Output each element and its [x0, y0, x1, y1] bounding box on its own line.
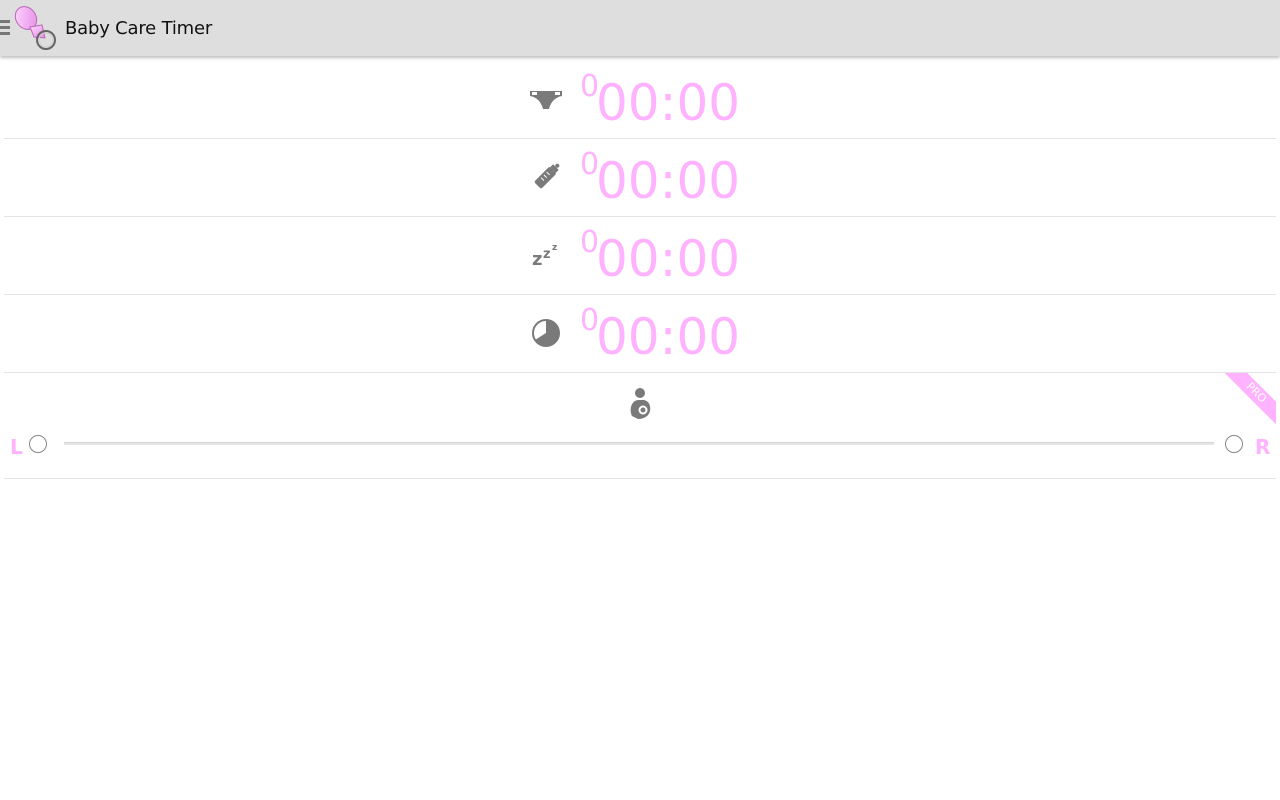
sleep-icon: z z z [526, 235, 566, 275]
action-bar: Baby Care Timer [0, 0, 1280, 56]
app-title: Baby Care Timer [65, 18, 213, 39]
clock-timer-value: 00:00 [596, 308, 741, 366]
right-side-label: R [1255, 435, 1271, 459]
svg-text:z: z [543, 247, 551, 262]
nursing-slider-track[interactable] [64, 442, 1214, 445]
bottle-timer-row[interactable]: 0 00:00 [4, 139, 1276, 217]
diaper-timer-row[interactable]: 0 00:00 [4, 61, 1276, 139]
bottle-timer-value: 00:00 [596, 152, 741, 210]
sleep-timer-row[interactable]: z z z 0 00:00 [4, 217, 1276, 295]
nursing-row: L R PRO [4, 373, 1276, 479]
right-side-radio[interactable] [1225, 435, 1243, 453]
pro-badge-text: PRO [1220, 373, 1276, 429]
nursing-icon[interactable] [622, 386, 658, 422]
sleep-timer-value: 00:00 [596, 230, 741, 288]
menu-icon[interactable] [0, 20, 10, 36]
pro-ribbon[interactable]: PRO [1220, 373, 1276, 429]
clock-timer-row[interactable]: 0 00:00 [4, 295, 1276, 373]
bottle-icon [526, 157, 566, 197]
left-side-radio[interactable] [29, 435, 47, 453]
diaper-icon [526, 79, 566, 119]
pacifier-app-icon[interactable] [12, 3, 62, 53]
diaper-timer-value: 00:00 [596, 74, 741, 132]
svg-text:z: z [552, 243, 557, 253]
clock-icon [526, 313, 566, 353]
svg-text:z: z [532, 249, 542, 270]
left-side-label: L [10, 435, 23, 459]
